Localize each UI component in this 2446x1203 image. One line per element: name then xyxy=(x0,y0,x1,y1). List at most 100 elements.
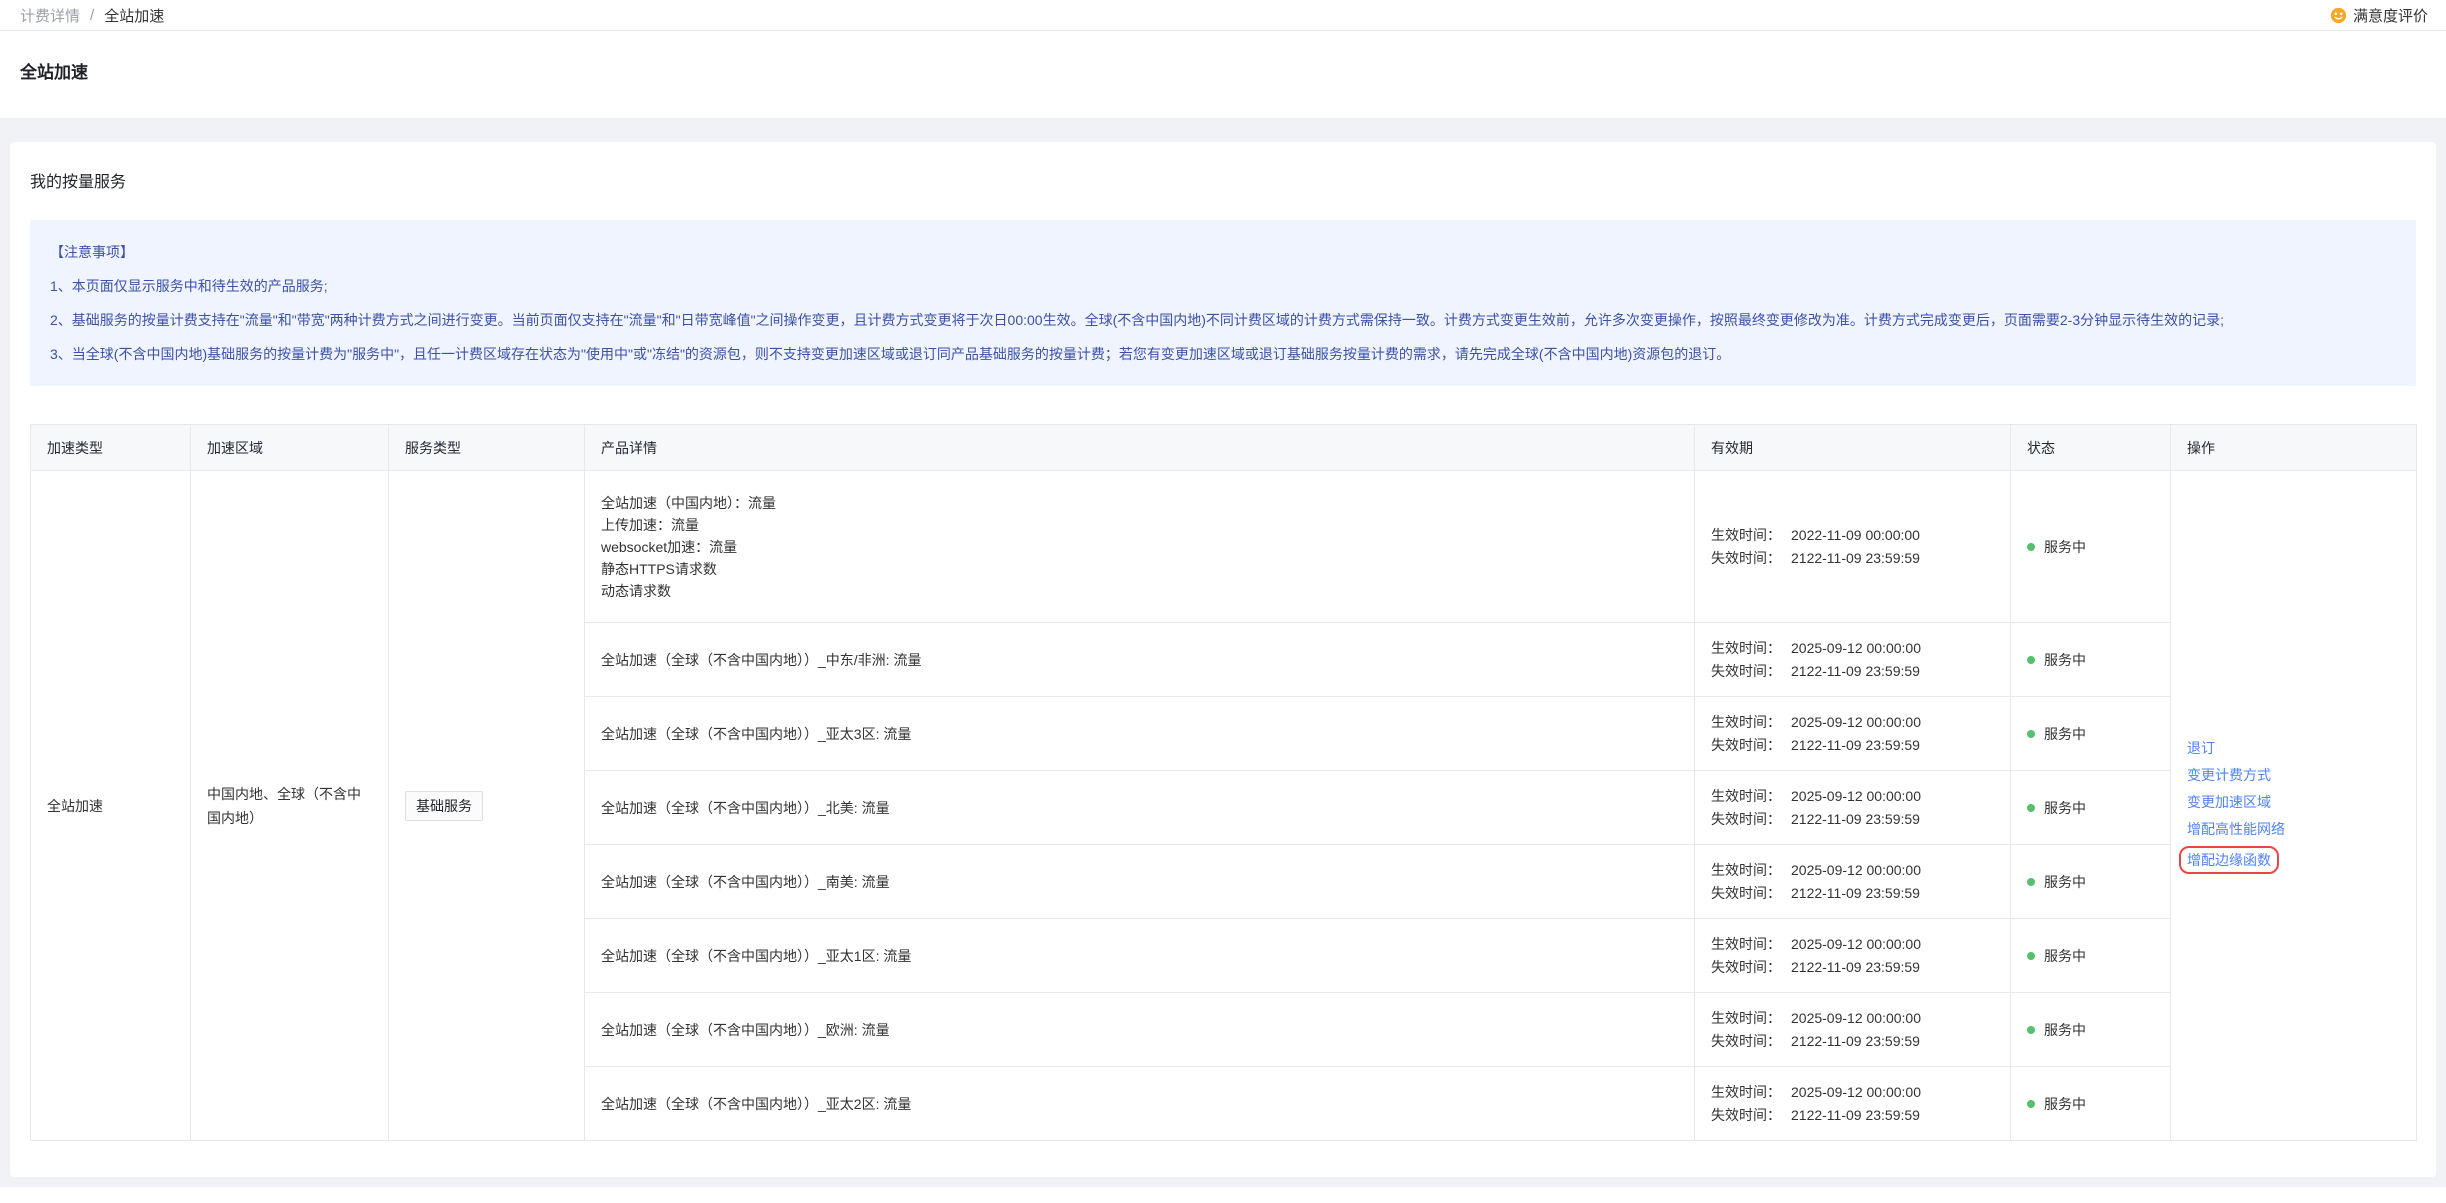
cell-product-details: 全站加速（全球（不含中国内地））_南美: 流量 xyxy=(585,845,1695,919)
product-line: 全站加速（全球（不含中国内地））_中东/非洲: 流量 xyxy=(601,649,1678,671)
table-header-row: 加速类型加速区域服务类型产品详情有效期状态操作 xyxy=(31,425,2417,471)
effective-time-value: 2022-11-09 00:00:00 xyxy=(1791,524,1920,547)
product-lines: 全站加速（全球（不含中国内地））_南美: 流量 xyxy=(601,871,1678,893)
status-dot-icon xyxy=(2027,656,2035,664)
effective-time-value: 2025-09-12 00:00:00 xyxy=(1791,785,1921,808)
content-area: 我的按量服务 【注意事项】 1、本页面仅显示服务中和待生效的产品服务; 2、基础… xyxy=(0,118,2446,1187)
expire-time-label: 失效时间： xyxy=(1711,956,1781,979)
status-label: 服务中 xyxy=(2044,798,2086,818)
breadcrumb-bar: 计费详情 / 全站加速 满意度评价 xyxy=(0,0,2446,31)
breadcrumb-separator: / xyxy=(90,7,94,24)
column-header-2: 服务类型 xyxy=(389,425,585,471)
cell-validity: 生效时间： 2025-09-12 00:00:00 失效时间： 2122-11-09 … xyxy=(1695,697,2011,771)
cell-validity: 生效时间：2025-09-12 00:00:00失效时间：2122-11-09 … xyxy=(1695,993,2011,1067)
effective-time-label: 生效时间： xyxy=(1711,785,1781,808)
status-label: 服务中 xyxy=(2044,724,2086,744)
column-header-1: 加速区域 xyxy=(191,425,389,471)
expire-time-line: 失效时间：2122-11-09 23:59:59 xyxy=(1711,660,1994,683)
status-badge: 服务中 xyxy=(2027,1020,2154,1040)
action-link-3[interactable]: 增配高性能网络 xyxy=(2187,819,2285,839)
expire-time-value: 2122-11-09 23:59:59 xyxy=(1791,956,1920,979)
table-row: 全站加速中国内地、全球（不含中国内地）基础服务全站加速（中国内地）：流量上传加速… xyxy=(31,471,2417,623)
effective-time-label: 生效时间： xyxy=(1711,524,1781,547)
effective-time-line: 生效时间：2025-09-12 00:00:00 xyxy=(1711,637,1994,660)
services-table: 加速类型加速区域服务类型产品详情有效期状态操作 全站加速中国内地、全球（不含中国… xyxy=(30,424,2417,1141)
effective-time-line: 生效时间： 2025-09-12 00:00:00 xyxy=(1711,859,1994,882)
action-row: 增配高性能网络 xyxy=(2187,819,2400,839)
effective-time-label: 生效时间： xyxy=(1711,1081,1781,1104)
product-lines: 全站加速（全球（不含中国内地））_亚太2区: 流量 xyxy=(601,1093,1678,1115)
product-line: 全站加速（全球（不含中国内地））_亚太1区: 流量 xyxy=(601,945,1678,967)
column-header-5: 状态 xyxy=(2011,425,2171,471)
status-badge: 服务中 xyxy=(2027,537,2154,557)
cell-actions: 退订变更计费方式变更加速区域增配高性能网络增配边缘函数 xyxy=(2171,471,2417,1141)
product-line: 上传加速：流量 xyxy=(601,514,1678,536)
breadcrumb-parent[interactable]: 计费详情 xyxy=(20,5,80,26)
cell-validity: 生效时间： 2025-09-12 00:00:00 失效时间： 2122-11-09 … xyxy=(1695,771,2011,845)
expire-time-value: 2122-11-09 23:59:59 xyxy=(1791,808,1920,831)
satisfaction-survey-button[interactable]: 满意度评价 xyxy=(2330,5,2428,26)
expire-time-label: 失效时间： xyxy=(1711,1030,1781,1053)
expire-time-label: 失效时间： xyxy=(1711,882,1781,905)
effective-time-label: 生效时间： xyxy=(1711,711,1781,734)
action-row: 变更计费方式 xyxy=(2187,765,2400,785)
status-label: 服务中 xyxy=(2044,946,2086,966)
status-dot-icon xyxy=(2027,730,2035,738)
effective-time-line: 生效时间： 2025-09-12 00:00:00 xyxy=(1711,785,1994,808)
product-lines: 全站加速（全球（不含中国内地））_欧洲: 流量 xyxy=(601,1019,1678,1041)
product-line: 全站加速（中国内地）：流量 xyxy=(601,492,1678,514)
notice-item: 2、基础服务的按量计费支持在"流量"和"带宽"两种计费方式之间进行变更。当前页面… xyxy=(50,303,2396,337)
expire-time-label: 失效时间： xyxy=(1711,808,1781,831)
cell-acceleration-type: 全站加速 xyxy=(31,471,191,1141)
product-lines: 全站加速（全球（不含中国内地））_北美: 流量 xyxy=(601,797,1678,819)
effective-time-value: 2025-09-12 00:00:00 xyxy=(1791,637,1921,660)
action-row: 退订 xyxy=(2187,738,2400,758)
cell-acceleration-region: 中国内地、全球（不含中国内地） xyxy=(191,471,389,1141)
cell-status: 服务中 xyxy=(2011,697,2171,771)
effective-time-label: 生效时间： xyxy=(1711,1007,1781,1030)
action-link-1[interactable]: 变更计费方式 xyxy=(2187,765,2271,785)
action-link-4[interactable]: 增配边缘函数 xyxy=(2179,846,2279,874)
notice-box: 【注意事项】 1、本页面仅显示服务中和待生效的产品服务; 2、基础服务的按量计费… xyxy=(30,220,2416,386)
effective-time-value: 2025-09-12 00:00:00 xyxy=(1791,711,1921,734)
cell-status: 服务中 xyxy=(2011,623,2171,697)
cell-product-details: 全站加速（全球（不含中国内地））_亚太2区: 流量 xyxy=(585,1067,1695,1141)
column-header-3: 产品详情 xyxy=(585,425,1695,471)
cell-product-details: 全站加速（全球（不含中国内地））_亚太1区: 流量 xyxy=(585,919,1695,993)
notice-item: 3、当全球(不含中国内地)基础服务的按量计费为"服务中"，且任一计费区域存在状态… xyxy=(50,337,2396,371)
status-dot-icon xyxy=(2027,952,2035,960)
effective-time-label: 生效时间： xyxy=(1711,859,1781,882)
cell-product-details: 全站加速（全球（不含中国内地））_中东/非洲: 流量 xyxy=(585,623,1695,697)
smiley-face-icon xyxy=(2330,7,2347,24)
expire-time-label: 失效时间： xyxy=(1711,547,1781,570)
effective-time-value: 2025-09-12 00:00:00 xyxy=(1791,859,1921,882)
action-link-2[interactable]: 变更加速区域 xyxy=(2187,792,2271,812)
satisfaction-label: 满意度评价 xyxy=(2353,5,2428,26)
effective-time-line: 生效时间：2025-09-12 00:00:00 xyxy=(1711,933,1994,956)
action-link-0[interactable]: 退订 xyxy=(2187,738,2215,758)
expire-time-line: 失效时间：2122-11-09 23:59:59 xyxy=(1711,1030,1994,1053)
cell-validity: 生效时间：2025-09-12 00:00:00失效时间： 2122-11-09 … xyxy=(1695,919,2011,993)
product-line: 全站加速（全球（不含中国内地））_亚太2区: 流量 xyxy=(601,1093,1678,1115)
cell-validity: 生效时间：2025-09-12 00:00:00失效时间：2122-11-09 … xyxy=(1695,1067,2011,1141)
status-dot-icon xyxy=(2027,804,2035,812)
product-lines: 全站加速（全球（不含中国内地））_亚太3区: 流量 xyxy=(601,723,1678,745)
status-dot-icon xyxy=(2027,1026,2035,1034)
product-lines: 全站加速（全球（不含中国内地））_亚太1区: 流量 xyxy=(601,945,1678,967)
effective-time-line: 生效时间： 2025-09-12 00:00:00 xyxy=(1711,711,1994,734)
notice-item: 1、本页面仅显示服务中和待生效的产品服务; xyxy=(50,269,2396,303)
expire-time-value: 2122-11-09 23:59:59 xyxy=(1791,882,1920,905)
product-line: 全站加速（全球（不含中国内地））_北美: 流量 xyxy=(601,797,1678,819)
expire-time-value: 2122-11-09 23:59:59 xyxy=(1791,734,1920,757)
status-label: 服务中 xyxy=(2044,650,2086,670)
column-header-6: 操作 xyxy=(2171,425,2417,471)
expire-time-label: 失效时间： xyxy=(1711,734,1781,757)
cell-validity: 生效时间： 2025-09-12 00:00:00 失效时间： 2122-11-09 … xyxy=(1695,845,2011,919)
product-line: 全站加速（全球（不含中国内地））_南美: 流量 xyxy=(601,871,1678,893)
product-lines: 全站加速（中国内地）：流量上传加速：流量websocket加速：流量静态HTTP… xyxy=(601,492,1678,602)
status-badge: 服务中 xyxy=(2027,1094,2154,1114)
page-title: 全站加速 xyxy=(20,58,2426,83)
expire-time-value: 2122-11-09 23:59:59 xyxy=(1791,660,1920,683)
expire-time-line: 失效时间： 2122-11-09 23:59:59 xyxy=(1711,734,1994,757)
notice-title: 【注意事项】 xyxy=(50,235,2396,269)
